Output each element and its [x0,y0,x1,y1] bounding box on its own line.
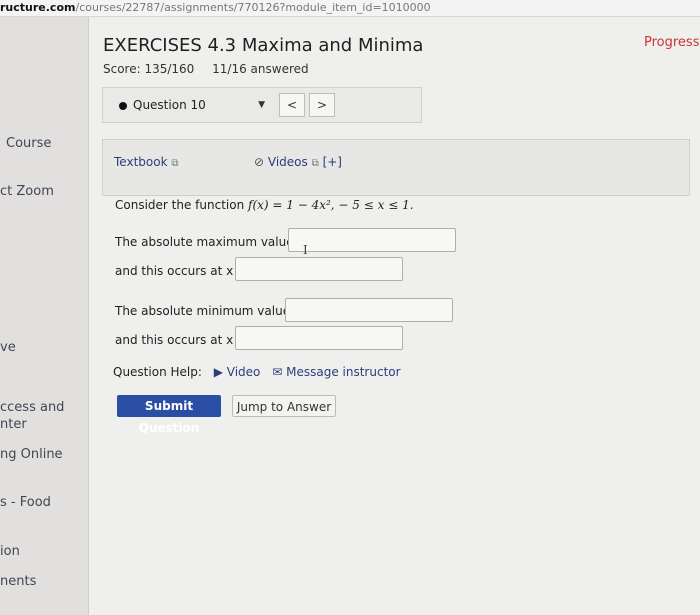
mail-icon: ✉ [272,365,283,379]
question-help-label: Question Help: [113,365,202,379]
problem-function: f(x) = 1 − 4x², − 5 ≤ x ≤ 1. [248,198,414,212]
status-dot-icon [119,101,127,110]
question-select[interactable]: Question 10 ▼ [109,94,269,116]
question-nav-bar: Question 10 ▼ < > [102,87,422,123]
sidebar-item-access-center[interactable]: ccess and nter [0,399,64,433]
resources-panel: Textbook ⧉ ⊘ Videos ⧉ [+] [102,139,690,196]
sidebar-item-food[interactable]: s - Food [0,494,51,511]
videos-link[interactable]: ⊘ Videos ⧉ [+] [254,155,342,169]
url-path: /courses/22787/assignments/770126?module… [75,1,431,14]
progress-link[interactable]: Progress s [644,35,700,50]
url-host: ructure.com [0,1,76,14]
max-value-input[interactable] [288,228,456,252]
sidebar-item-ve[interactable]: ve [0,339,16,356]
min-value-input[interactable] [285,298,453,322]
max-x-label: and this occurs at x = [115,264,248,278]
assignment-main: EXERCISES 4.3 Maxima and Minima Progress… [89,17,700,615]
min-x-input[interactable] [235,326,403,350]
external-link-icon: ⧉ [171,158,179,169]
video-help-label: Video [226,365,261,379]
message-instructor-label: Message instructor [286,365,401,379]
video-help-link[interactable]: ▶ Video [214,365,261,379]
jump-to-answer-button[interactable]: Jump to Answer [232,395,336,417]
sidebar-item-course[interactable]: Course [6,135,51,152]
textbook-link[interactable]: Textbook ⧉ [114,155,179,169]
problem-lead: Consider the function [115,198,249,212]
prev-question-button[interactable]: < [279,93,305,117]
sidebar-item-online[interactable]: ng Online [0,446,63,463]
submit-question-button[interactable]: Submit Question [117,395,221,435]
course-sidebar: Course ct Zoom ve ccess and nter ng Onli… [0,17,89,615]
play-icon: ▶ [213,365,223,379]
min-x-label: and this occurs at x = [115,333,248,347]
next-question-button[interactable]: > [309,93,335,117]
sidebar-item-nents[interactable]: nents [0,573,36,590]
text-cursor-icon: I [303,243,308,257]
sidebar-item-zoom[interactable]: ct Zoom [0,183,54,200]
sidebar-item-ion[interactable]: ion [0,543,20,560]
score-value: Score: 135/160 [103,62,195,76]
score-line: Score: 135/160 11/16 answered [103,62,323,76]
external-link-icon: ⧉ [311,158,319,169]
max-value-label: The absolute maximum value is [115,235,307,249]
textbook-label: Textbook [114,155,168,169]
address-bar[interactable]: ructure.com/courses/22787/assignments/77… [0,0,700,17]
answered-count: 11/16 answered [212,62,309,76]
min-value-label: The absolute minimum value is [115,304,304,318]
paperclip-icon: ⊘ [254,155,265,169]
question-help: Question Help: ▶ Video ✉ Message instruc… [113,365,401,379]
videos-expand[interactable]: [+] [323,155,342,169]
message-instructor-link[interactable]: ✉ Message instructor [272,365,400,379]
max-x-input[interactable] [235,257,403,281]
page-title: EXERCISES 4.3 Maxima and Minima [103,35,424,56]
problem-statement: Consider the function f(x) = 1 − 4x², − … [115,198,414,212]
videos-label: Videos [267,155,308,169]
question-select-label: Question 10 [133,98,206,112]
chevron-down-icon: ▼ [258,100,265,110]
